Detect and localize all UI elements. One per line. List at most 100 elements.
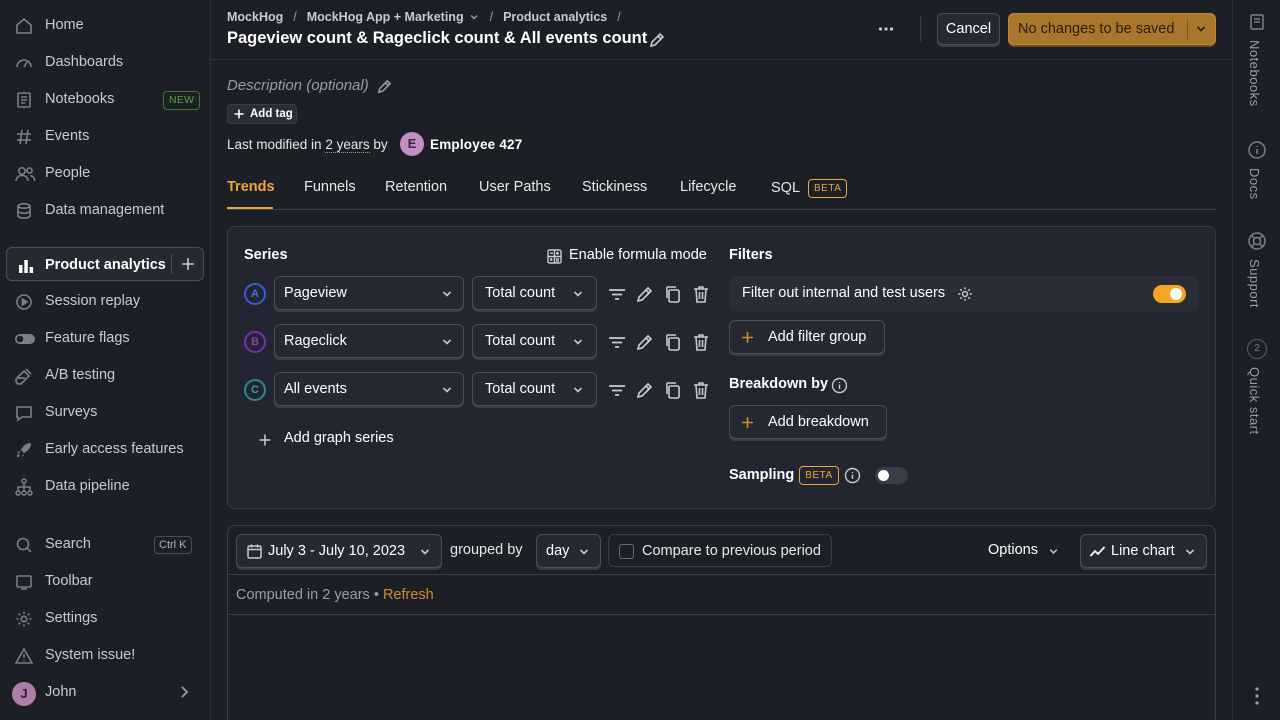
- sidebar-item-product-analytics[interactable]: Product analytics: [6, 247, 204, 281]
- rail-quick-start[interactable]: 2 Quick start: [1233, 339, 1280, 449]
- sampling-toggle[interactable]: [875, 467, 908, 484]
- grouped-by-label: grouped by: [450, 542, 523, 558]
- sidebar-item-system-issue[interactable]: System issue!: [0, 638, 211, 672]
- sidebar-item-label: Data pipeline: [45, 478, 130, 494]
- more-horizontal-icon[interactable]: [877, 20, 895, 38]
- event-select[interactable]: Pageview: [274, 276, 464, 310]
- compare-checkbox[interactable]: Compare to previous period: [608, 534, 832, 567]
- plus-icon[interactable]: [179, 255, 197, 273]
- add-tag-button[interactable]: Add tag: [227, 104, 297, 124]
- breadcrumb-org[interactable]: MockHog: [227, 10, 283, 24]
- sidebar-item-dashboards[interactable]: Dashboards: [0, 45, 211, 79]
- filters-heading: Filters: [729, 247, 773, 263]
- gear-icon[interactable]: [956, 285, 974, 303]
- pencil-icon[interactable]: [635, 332, 655, 352]
- breadcrumb-project[interactable]: MockHog App + Marketing: [307, 10, 464, 24]
- sidebar-item-ab-testing[interactable]: A/B testing: [0, 358, 211, 392]
- trash-icon[interactable]: [691, 332, 711, 352]
- filter-icon[interactable]: [607, 332, 627, 352]
- pencil-icon[interactable]: [376, 78, 393, 95]
- chevron-down-icon: [571, 287, 585, 301]
- sidebar-item-search[interactable]: Search Ctrl K: [0, 527, 211, 561]
- top-bar: MockHog / MockHog App + Marketing / Prod…: [211, 0, 1232, 60]
- sidebar-item-home[interactable]: Home: [0, 8, 211, 42]
- trash-icon[interactable]: [691, 380, 711, 400]
- pencil-icon[interactable]: [635, 284, 655, 304]
- quick-start-count: 2: [1247, 339, 1267, 359]
- more-vertical-icon[interactable]: [1247, 684, 1267, 708]
- sidebar-item-early-access[interactable]: Early access features: [0, 432, 211, 466]
- rocket-icon: [14, 440, 34, 460]
- math-select[interactable]: Total count: [472, 276, 597, 310]
- chevron-down-icon[interactable]: [468, 11, 480, 23]
- rail-support[interactable]: Support: [1233, 231, 1280, 321]
- sidebar-item-events[interactable]: Events: [0, 119, 211, 153]
- sidebar-item-user[interactable]: J John: [0, 675, 211, 709]
- modified-by: by: [373, 137, 388, 152]
- math-select[interactable]: Total count: [472, 372, 597, 406]
- pencil-icon[interactable]: [635, 380, 655, 400]
- sidebar-item-toolbar[interactable]: Toolbar: [0, 564, 211, 598]
- filter-icon[interactable]: [607, 284, 627, 304]
- tab-stickiness[interactable]: Stickiness: [582, 179, 647, 195]
- duplicate-icon[interactable]: [663, 332, 683, 352]
- filter-icon[interactable]: [607, 380, 627, 400]
- lifebuoy-icon: [1247, 231, 1267, 251]
- tab-sql-label: SQL: [771, 180, 801, 196]
- interval-select[interactable]: day: [536, 534, 601, 568]
- divider: [1187, 19, 1188, 39]
- info-icon[interactable]: [831, 377, 848, 394]
- tab-trends[interactable]: Trends: [227, 179, 275, 195]
- cancel-button[interactable]: Cancel: [937, 13, 1000, 45]
- page-title[interactable]: Pageview count & Rageclick count & All e…: [227, 29, 647, 48]
- tab-retention[interactable]: Retention: [385, 179, 447, 195]
- sidebar-item-label: Surveys: [45, 404, 98, 420]
- sidebar-item-label: Toolbar: [45, 573, 93, 589]
- math-select-value: Total count: [485, 333, 556, 349]
- sidebar-item-data-pipeline[interactable]: Data pipeline: [0, 469, 211, 503]
- options-dropdown[interactable]: Options: [988, 542, 1058, 558]
- tab-funnels[interactable]: Funnels: [304, 179, 356, 195]
- pencil-icon[interactable]: [648, 31, 666, 49]
- user-name: John: [45, 684, 77, 700]
- toggle-icon: [14, 329, 35, 349]
- info-icon[interactable]: [844, 467, 861, 484]
- chart-type-select[interactable]: Line chart: [1080, 534, 1207, 568]
- compare-label: Compare to previous period: [642, 543, 821, 559]
- add-breakdown-button[interactable]: Add breakdown: [729, 405, 887, 439]
- date-range-value: July 3 - July 10, 2023: [268, 543, 406, 559]
- checkbox[interactable]: [619, 544, 634, 559]
- side-panel-rail: Notebooks Docs Support 2 Quick start: [1232, 0, 1280, 720]
- sidebar-item-settings[interactable]: Settings: [0, 601, 211, 635]
- math-select[interactable]: Total count: [472, 324, 597, 358]
- add-filter-group-button[interactable]: Add filter group: [729, 320, 885, 354]
- sidebar-item-data-management[interactable]: Data management: [0, 193, 211, 227]
- chevron-down-icon[interactable]: [1194, 22, 1208, 36]
- tab-sql[interactable]: SQL BETA: [771, 179, 848, 198]
- duplicate-icon[interactable]: [663, 284, 683, 304]
- duplicate-icon[interactable]: [663, 380, 683, 400]
- breadcrumb-section[interactable]: Product analytics: [503, 10, 607, 24]
- sidebar-item-notebooks[interactable]: Notebooks NEW: [0, 82, 211, 116]
- tab-lifecycle[interactable]: Lifecycle: [680, 179, 736, 195]
- test-users-toggle[interactable]: [1153, 285, 1186, 303]
- sidebar-item-feature-flags[interactable]: Feature flags: [0, 321, 211, 355]
- chevron-down-icon: [440, 287, 454, 301]
- chevron-down-icon: [1183, 545, 1197, 559]
- description-field[interactable]: Description (optional): [227, 77, 369, 94]
- notebook-icon: [1247, 12, 1267, 32]
- save-button[interactable]: No changes to be saved: [1008, 13, 1216, 45]
- sidebar-item-people[interactable]: People: [0, 156, 211, 190]
- breadcrumb: MockHog / MockHog App + Marketing / Prod…: [227, 10, 621, 24]
- event-select[interactable]: Rageclick: [274, 324, 464, 358]
- sidebar-item-session-replay[interactable]: Session replay: [0, 284, 211, 318]
- refresh-link[interactable]: Refresh: [383, 587, 434, 603]
- interval-value: day: [546, 543, 570, 559]
- sidebar-item-surveys[interactable]: Surveys: [0, 395, 211, 429]
- rail-docs[interactable]: Docs: [1233, 140, 1280, 220]
- trash-icon[interactable]: [691, 284, 711, 304]
- event-select[interactable]: All events: [274, 372, 464, 406]
- date-range-picker[interactable]: July 3 - July 10, 2023: [236, 534, 442, 568]
- rail-notebooks[interactable]: Notebooks: [1233, 12, 1280, 122]
- tab-user-paths[interactable]: User Paths: [479, 179, 551, 195]
